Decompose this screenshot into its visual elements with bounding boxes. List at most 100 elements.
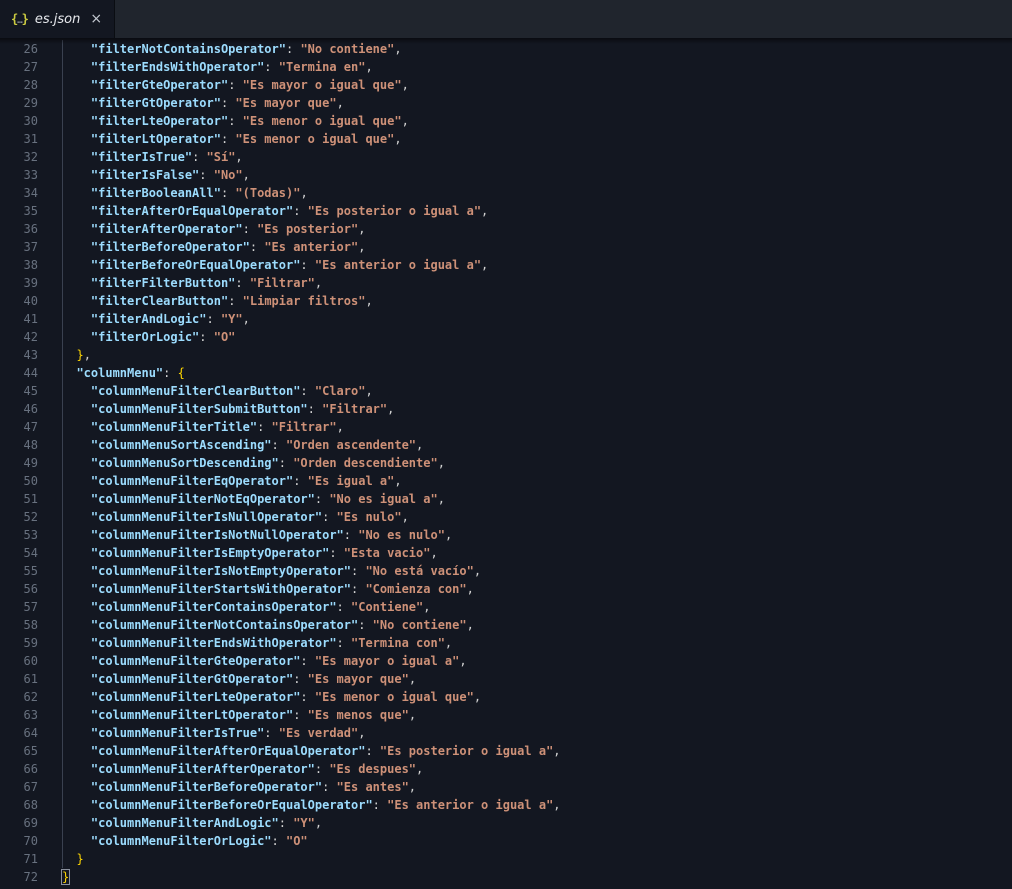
json-key: "filterAfterOrEqualOperator" [90, 204, 294, 218]
line-number: 43 [23, 348, 38, 362]
json-value: "Limpiar filtros" [242, 294, 366, 308]
tab-bar: {…} es.json × [0, 0, 1012, 38]
tab-es-json[interactable]: {…} es.json × [0, 0, 115, 38]
close-icon[interactable]: × [87, 11, 105, 27]
json-key: "columnMenuFilterGtOperator" [90, 672, 294, 686]
json-value: "Filtrar" [271, 420, 337, 434]
code-line: 59 "columnMenuFilterEndsWithOperator": "… [0, 634, 1012, 652]
json-value: "Termina en" [278, 60, 366, 74]
line-number: 55 [23, 564, 38, 578]
json-value: "Filtrar" [322, 402, 388, 416]
json-value: "Es nulo" [336, 510, 402, 524]
line-number: 61 [23, 672, 38, 686]
line-number: 44 [23, 366, 38, 380]
json-key: "filterBeforeOperator" [90, 240, 250, 254]
json-value: "Es posterior o igual a" [379, 744, 554, 758]
code-line: 50 "columnMenuFilterEqOperator": "Es igu… [0, 472, 1012, 490]
json-value: "No está vacío" [365, 564, 474, 578]
json-key: "columnMenuFilterSubmitButton" [90, 402, 308, 416]
line-number: 60 [23, 654, 38, 668]
json-key: "filterGtOperator" [90, 96, 221, 110]
code-line: 43 }, [0, 346, 1012, 364]
code-line: 36 "filterAfterOperator": "Es posterior"… [0, 220, 1012, 238]
code-line: 57 "columnMenuFilterContainsOperator": "… [0, 598, 1012, 616]
code-line: 40 "filterClearButton": "Limpiar filtros… [0, 292, 1012, 310]
json-key: "columnMenuFilterIsNotNullOperator" [90, 528, 344, 542]
line-number: 64 [23, 726, 38, 740]
line-number: 50 [23, 474, 38, 488]
line-number: 47 [23, 420, 38, 434]
json-key: "columnMenuFilterIsTrue" [90, 726, 265, 740]
code-line: 33 "filterIsFalse": "No", [0, 166, 1012, 184]
json-key: "columnMenuFilterLtOperator" [90, 708, 294, 722]
json-value: "Orden ascendente" [285, 438, 417, 452]
line-number: 27 [23, 60, 38, 74]
code-line: 30 "filterLteOperator": "Es menor o igua… [0, 112, 1012, 130]
json-key: "columnMenuFilterGteOperator" [90, 654, 301, 668]
line-number: 66 [23, 762, 38, 776]
json-value: "Orden descendiente" [293, 456, 438, 470]
line-number: 31 [23, 132, 38, 146]
line-number: 48 [23, 438, 38, 452]
json-value: "Claro" [314, 384, 366, 398]
code-line: 52 "columnMenuFilterIsNullOperator": "Es… [0, 508, 1012, 526]
code-line: 45 "columnMenuFilterClearButton": "Claro… [0, 382, 1012, 400]
code-line: 60 "columnMenuFilterGteOperator": "Es ma… [0, 652, 1012, 670]
json-value: "No contiene" [372, 618, 467, 632]
json-value: "(Todas)" [235, 186, 301, 200]
json-key: "columnMenuFilterNotContainsOperator" [90, 618, 359, 632]
json-key: "columnMenuFilterLteOperator" [90, 690, 301, 704]
json-value: "Es menor o igual que" [242, 114, 402, 128]
code-line: 66 "columnMenuFilterAfterOperator": "Es … [0, 760, 1012, 778]
json-key: "columnMenuFilterEqOperator" [90, 474, 294, 488]
line-number: 34 [23, 186, 38, 200]
json-key: "filterLtOperator" [90, 132, 221, 146]
line-number: 68 [23, 798, 38, 812]
json-key: "filterOrLogic" [90, 330, 200, 344]
json-key: "filterNotContainsOperator" [90, 42, 286, 56]
json-key: "filterAndLogic" [90, 312, 207, 326]
code-line: 51 "columnMenuFilterNotEqOperator": "No … [0, 490, 1012, 508]
code-line: 62 "columnMenuFilterLteOperator": "Es me… [0, 688, 1012, 706]
close-brace: } [76, 348, 84, 362]
code-line: 29 "filterGtOperator": "Es mayor que", [0, 94, 1012, 112]
json-value: "No contiene" [300, 42, 395, 56]
json-value: "Y" [293, 816, 315, 830]
json-value: "Es mayor que" [235, 96, 337, 110]
json-value: "Es posterior o igual a" [307, 204, 482, 218]
json-value: "Termina con" [351, 636, 445, 650]
json-key: "columnMenuFilterContainsOperator" [90, 600, 337, 614]
line-number: 51 [23, 492, 38, 506]
line-number: 69 [23, 816, 38, 830]
json-value: "Es mayor o igual que" [242, 78, 402, 92]
line-number: 54 [23, 546, 38, 560]
json-value: "Es posterior" [257, 222, 359, 236]
line-number: 45 [23, 384, 38, 398]
line-number: 46 [23, 402, 38, 416]
open-brace: { [177, 366, 185, 380]
json-key: "columnMenuFilterBeforeOperator" [90, 780, 323, 794]
code-line: 63 "columnMenuFilterLtOperator": "Es men… [0, 706, 1012, 724]
code-lines: 26 "filterNotContainsOperator": "No cont… [0, 38, 1012, 886]
json-key: "filterFilterButton" [90, 276, 236, 290]
json-key: "filterGteOperator" [90, 78, 229, 92]
close-brace: } [76, 852, 84, 866]
line-number: 57 [23, 600, 38, 614]
code-line: 64 "columnMenuFilterIsTrue": "Es verdad"… [0, 724, 1012, 742]
json-key: "columnMenuFilterAfterOperator" [90, 762, 315, 776]
code-line: 32 "filterIsTrue": "Sí", [0, 148, 1012, 166]
json-value: "No es igual a" [329, 492, 438, 506]
json-value: "Es menor o igual que" [235, 132, 395, 146]
code-line: 72} [0, 868, 1012, 886]
line-number: 65 [23, 744, 38, 758]
code-line: 38 "filterBeforeOrEqualOperator": "Es an… [0, 256, 1012, 274]
json-value: "Es despues" [329, 762, 417, 776]
json-key: "filterBooleanAll" [90, 186, 221, 200]
json-value: "Es menos que" [307, 708, 409, 722]
code-line: 48 "columnMenuSortAscending": "Orden asc… [0, 436, 1012, 454]
code-line: 68 "columnMenuFilterBeforeOrEqualOperato… [0, 796, 1012, 814]
json-value: "Es menor o igual que" [314, 690, 474, 704]
line-number: 42 [23, 330, 38, 344]
json-key: "columnMenuFilterAndLogic" [90, 816, 279, 830]
code-editor[interactable]: 26 "filterNotContainsOperator": "No cont… [0, 38, 1012, 889]
